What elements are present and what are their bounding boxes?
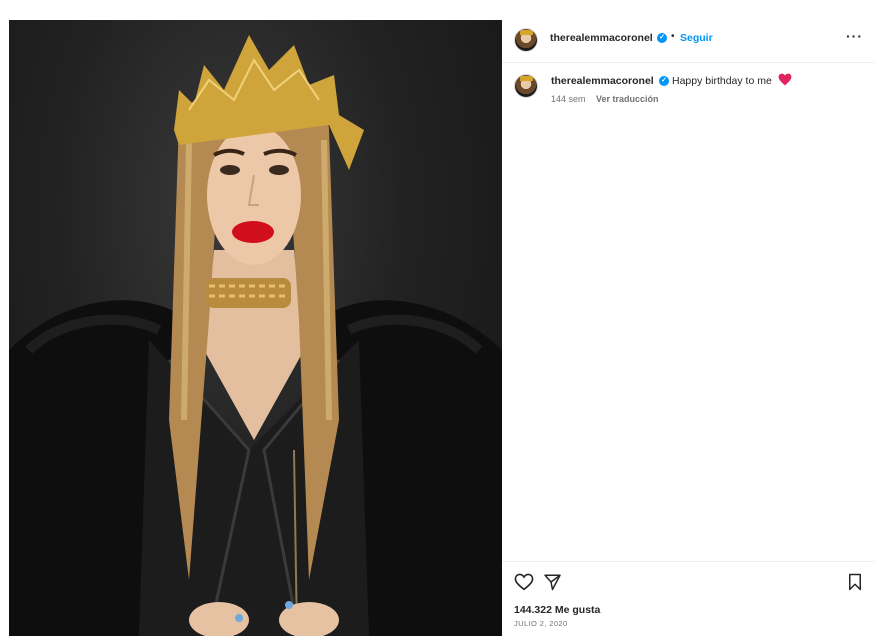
- paper-plane-icon[interactable]: [543, 573, 562, 591]
- caption-text: Happy birthday to me: [672, 75, 772, 87]
- follow-button[interactable]: Seguir: [680, 32, 713, 44]
- post-actions: 144.322 Me gusta JULIO 2, 2020: [502, 561, 874, 636]
- verified-badge-icon: ✓: [657, 33, 667, 43]
- likes-count[interactable]: 144.322 Me gusta: [514, 604, 600, 616]
- post-username[interactable]: therealemmacoronel: [550, 32, 653, 44]
- red-heart-emoji-icon: [778, 73, 792, 86]
- post-image[interactable]: [9, 20, 502, 636]
- comment-timestamp[interactable]: 144 sem: [551, 94, 586, 104]
- bookmark-icon[interactable]: [847, 573, 863, 591]
- avatar[interactable]: [514, 74, 538, 98]
- more-options-button[interactable]: ···: [846, 28, 863, 44]
- avatar[interactable]: [514, 28, 538, 52]
- see-translation-link[interactable]: Ver traducción: [596, 94, 659, 104]
- post-side-panel: therealemmacoronel ✓ • Seguir ··· therea…: [502, 20, 874, 636]
- post-header: therealemmacoronel ✓ • Seguir ···: [502, 20, 874, 63]
- post-photo-illustration: [9, 35, 502, 636]
- comment-username[interactable]: therealemmacoronel: [551, 75, 654, 87]
- heart-outline-icon[interactable]: [514, 573, 534, 591]
- caption-comment: therealemmacoronel ✓ Happy birthday to m…: [502, 63, 874, 113]
- verified-badge-icon: ✓: [659, 76, 669, 86]
- separator-dot: •: [671, 31, 675, 42]
- post-date[interactable]: JULIO 2, 2020: [514, 619, 568, 628]
